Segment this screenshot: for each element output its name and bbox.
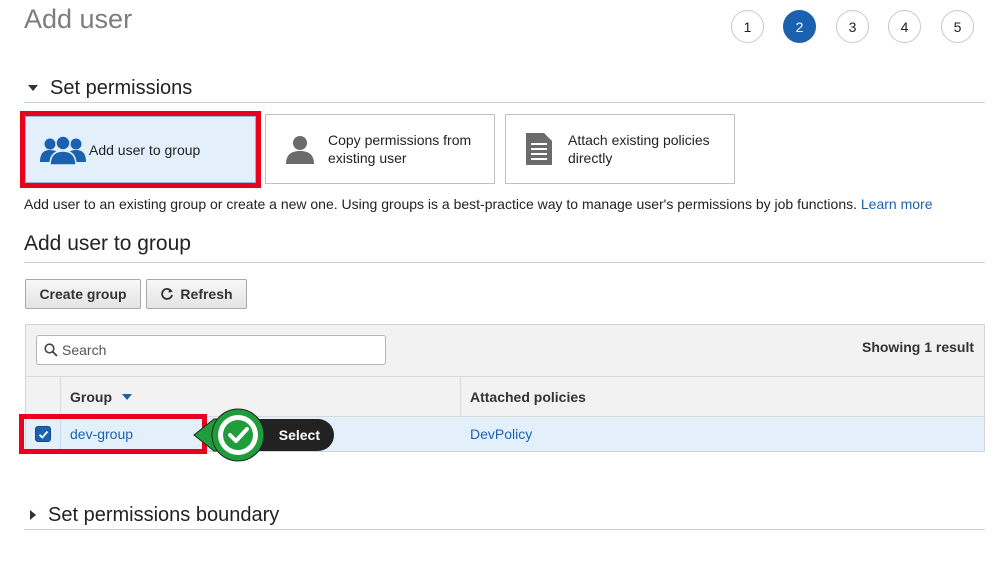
user-icon: [284, 133, 316, 165]
policy-link[interactable]: DevPolicy: [470, 426, 532, 442]
column-header-label: Group: [70, 388, 112, 405]
option-label: Add user to group: [89, 141, 201, 158]
green-check-pointer-icon: [192, 406, 268, 464]
search-icon: [44, 343, 58, 357]
result-count: Showing 1 result: [861, 339, 974, 355]
caret-down-icon: [28, 85, 38, 91]
column-divider: [60, 377, 61, 416]
column-divider: [460, 377, 461, 416]
checkmark-icon: [38, 430, 48, 439]
option-label: Attach existing policies directly: [568, 132, 710, 166]
option-copy-permissions[interactable]: Copy permissions from existing user: [265, 114, 495, 184]
sort-desc-icon: [122, 393, 132, 400]
search-placeholder: Search: [62, 342, 107, 358]
set-permissions-toggle[interactable]: Set permissions: [24, 76, 192, 100]
group-name-link[interactable]: dev-group: [70, 426, 133, 442]
divider: [24, 262, 985, 263]
description-text: Add user to an existing group or create …: [24, 196, 857, 212]
add-user-to-group-heading: Add user to group: [24, 232, 191, 255]
refresh-icon: [160, 287, 174, 301]
document-icon: [524, 132, 554, 166]
learn-more-link[interactable]: Learn more: [861, 196, 933, 212]
step-1[interactable]: 1: [731, 10, 764, 43]
column-header-attached-policies: Attached policies: [470, 388, 586, 405]
step-4[interactable]: 4: [888, 10, 921, 43]
divider: [24, 102, 985, 103]
refresh-label: Refresh: [180, 286, 233, 302]
caret-right-icon: [30, 510, 36, 520]
column-header-group[interactable]: Group: [70, 377, 132, 416]
search-input[interactable]: Search: [36, 335, 386, 365]
set-permissions-heading: Set permissions: [50, 76, 193, 99]
callout-label: Select: [278, 427, 320, 443]
users-group-icon: [39, 134, 87, 166]
step-3[interactable]: 3: [836, 10, 869, 43]
row-checkbox[interactable]: [35, 426, 51, 442]
permissions-boundary-toggle[interactable]: Set permissions boundary: [24, 503, 279, 527]
page-title: Add user: [24, 4, 133, 34]
option-attach-policies[interactable]: Attach existing policies directly: [505, 114, 735, 184]
refresh-button[interactable]: Refresh: [146, 279, 247, 309]
permissions-description: Add user to an existing group or create …: [24, 196, 994, 212]
option-label: Copy permissions from existing user: [328, 132, 472, 166]
step-2-active[interactable]: 2: [783, 10, 816, 43]
option-add-user-to-group[interactable]: Add user to group: [25, 116, 256, 183]
permissions-boundary-heading: Set permissions boundary: [48, 503, 280, 526]
create-group-button[interactable]: Create group: [25, 279, 141, 309]
divider: [24, 529, 985, 530]
create-group-label: Create group: [39, 286, 127, 302]
step-5[interactable]: 5: [941, 10, 974, 43]
